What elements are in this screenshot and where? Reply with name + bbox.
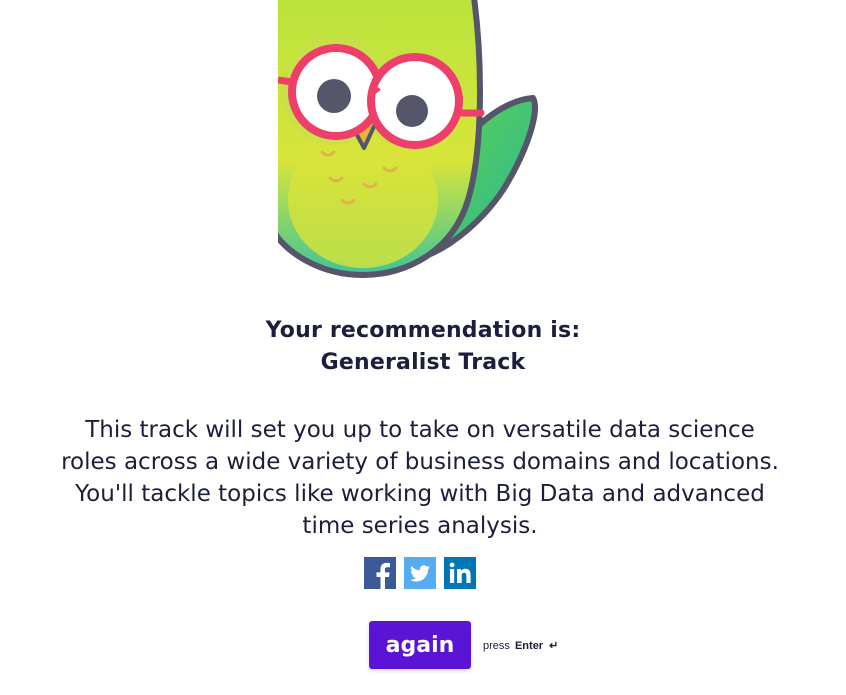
hint-key: Enter [514,640,544,652]
share-buttons [364,557,476,589]
owl-illustration [278,0,548,280]
again-button[interactable]: again [369,621,471,669]
hint-prefix: press [483,640,510,652]
enter-icon: ↵ [549,640,559,652]
quiz-result-page: Your recommendation is: Generalist Track… [0,0,846,695]
twitter-icon[interactable] [404,557,436,589]
recommended-track-title: Generalist Track [320,350,526,375]
linkedin-icon[interactable] [444,557,476,589]
recommendation-heading: Your recommendation is: [265,318,581,343]
track-description: This track will set you up to take on ve… [61,417,779,539]
facebook-icon[interactable] [364,557,396,589]
owl-image [278,0,538,279]
keyboard-hint: press Enter ↵ [483,639,558,652]
